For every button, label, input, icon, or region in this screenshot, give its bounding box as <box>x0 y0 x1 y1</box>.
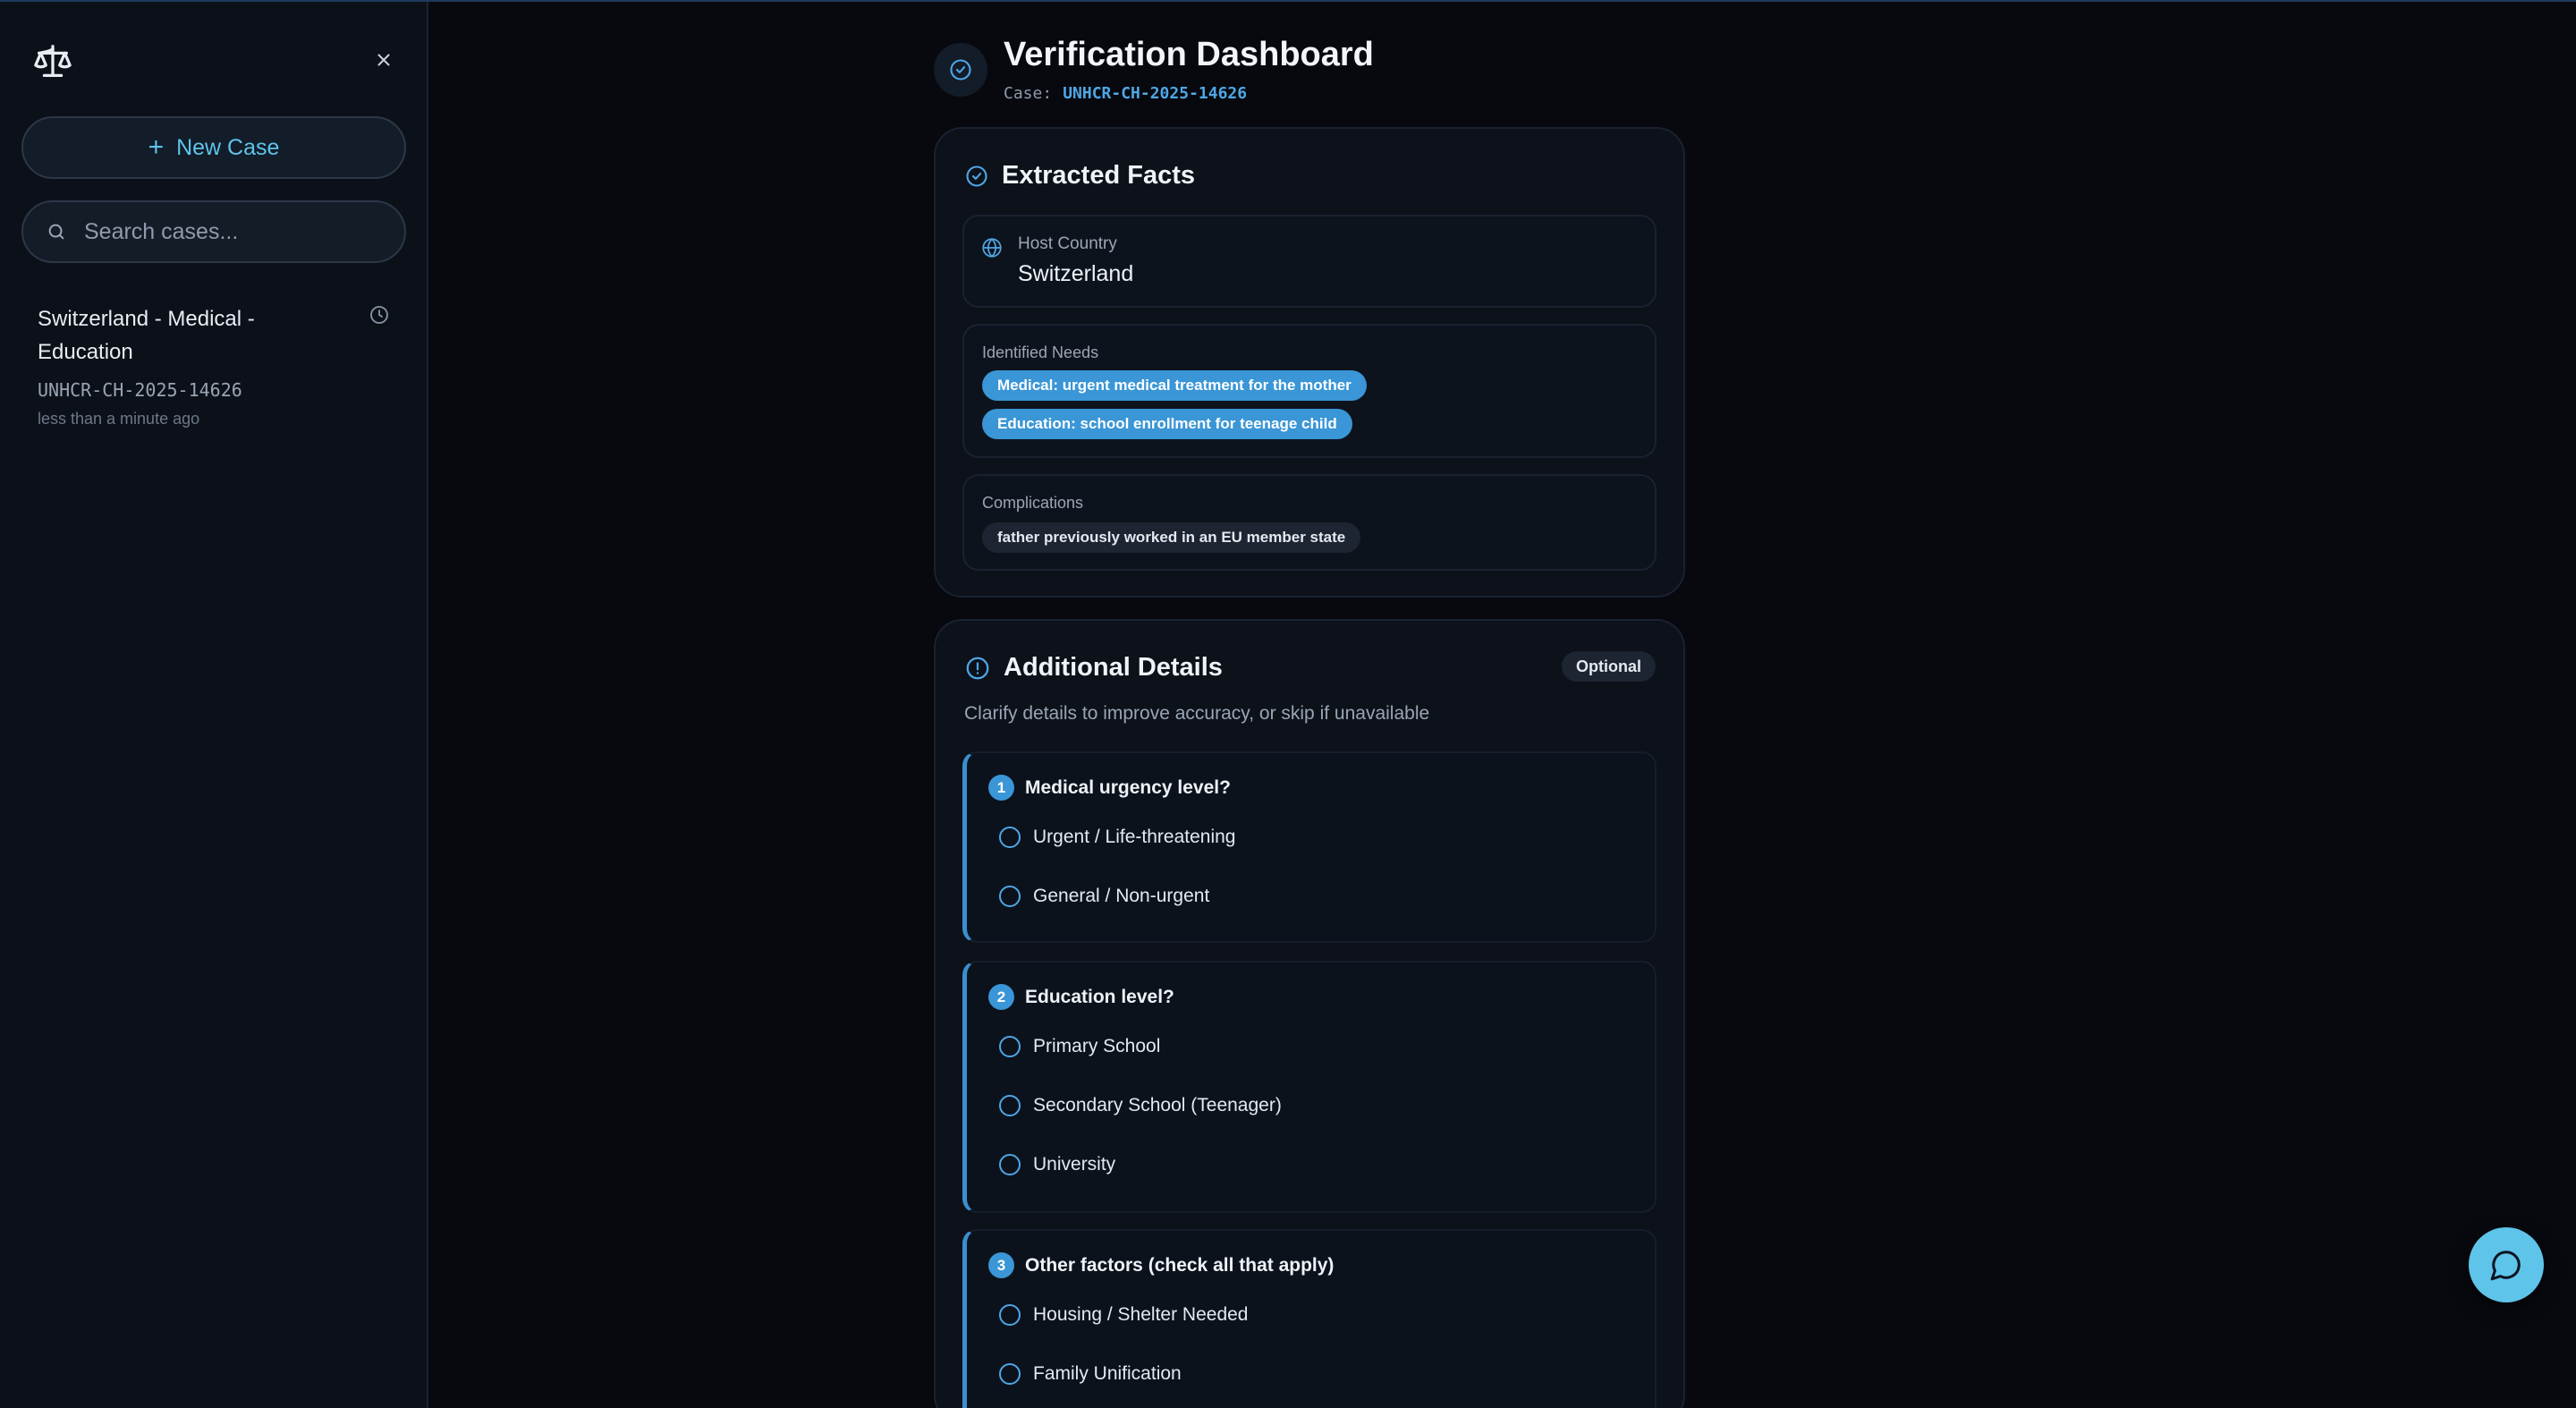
option-label: Primary School <box>1033 1036 1161 1056</box>
complication-tag: father previously worked in an EU member… <box>982 522 1361 553</box>
option-label: Secondary School (Teenager) <box>1033 1095 1282 1115</box>
radio-button[interactable] <box>999 1154 1021 1175</box>
radio-option[interactable]: Secondary School (Teenager) <box>999 1095 1282 1116</box>
checkbox-option[interactable]: Family Unification <box>999 1363 1182 1385</box>
question-number: 1 <box>988 775 1014 801</box>
question-card: 2 Education level? Primary School Second… <box>962 961 1657 1213</box>
search-icon <box>48 224 64 240</box>
question-card: 1 Medical urgency level? Urgent / Life-t… <box>962 751 1657 943</box>
check-circle-icon <box>966 165 987 187</box>
clock-icon <box>370 306 388 324</box>
new-case-button[interactable]: + New Case <box>21 116 406 179</box>
identified-needs-box: Identified Needs Medical: urgent medical… <box>962 324 1657 458</box>
option-label: Housing / Shelter Needed <box>1033 1304 1249 1325</box>
extracted-facts-card: Extracted Facts Host Country Switzerland… <box>934 127 1685 598</box>
new-case-label: New Case <box>176 134 280 160</box>
case-item-title: Switzerland - Medical - Education <box>38 307 255 364</box>
radio-option[interactable]: General / Non-urgent <box>999 886 1209 907</box>
question-text: Medical urgency level? <box>1025 776 1231 798</box>
globe-icon <box>982 238 1002 258</box>
radio-option[interactable]: Primary School <box>999 1036 1160 1057</box>
host-country-value: Switzerland <box>1018 261 1134 286</box>
chat-bubble-icon <box>2490 1251 2521 1281</box>
optional-badge: Optional <box>1562 651 1656 682</box>
complications-box: Complications father previously worked i… <box>962 474 1657 571</box>
question-number: 2 <box>988 984 1014 1010</box>
radio-option[interactable]: University <box>999 1154 1115 1175</box>
radio-button[interactable] <box>999 1036 1021 1057</box>
close-sidebar-button[interactable] <box>370 47 397 73</box>
additional-details-card: Additional Details Optional Clarify deta… <box>934 619 1685 1408</box>
header-status-icon <box>934 43 987 97</box>
radio-option[interactable]: Urgent / Life-threatening <box>999 827 1235 848</box>
case-reference: Case: UNHCR-CH-2025-14626 <box>1004 84 1247 103</box>
checkbox[interactable] <box>999 1304 1021 1326</box>
question-text: Education level? <box>1025 986 1174 1007</box>
identified-needs-label: Identified Needs <box>982 344 1099 361</box>
case-list-item[interactable]: Switzerland - Medical - Education UNHCR-… <box>38 302 395 428</box>
case-id: UNHCR-CH-2025-14626 <box>1063 84 1248 103</box>
host-country-box: Host Country Switzerland <box>962 215 1657 308</box>
question-header: 3 Other factors (check all that apply) <box>988 1252 1334 1278</box>
page-title: Verification Dashboard <box>1004 36 1374 73</box>
question-text: Other factors (check all that apply) <box>1025 1254 1335 1276</box>
need-tag: Medical: urgent medical treatment for th… <box>982 370 1367 401</box>
plus-icon: + <box>148 132 165 162</box>
search-box <box>21 200 406 263</box>
extracted-facts-title: Extracted Facts <box>1002 161 1195 190</box>
case-item-time: less than a minute ago <box>38 410 200 428</box>
checkbox[interactable] <box>999 1363 1021 1385</box>
close-icon <box>377 54 390 66</box>
radio-button[interactable] <box>999 827 1021 848</box>
question-header: 1 Medical urgency level? <box>988 775 1231 801</box>
option-label: University <box>1033 1154 1116 1175</box>
additional-details-header: Additional Details <box>964 653 1223 683</box>
option-label: Urgent / Life-threatening <box>1033 827 1236 847</box>
additional-details-description: Clarify details to improve accuracy, or … <box>964 703 1430 724</box>
case-label: Case: <box>1004 84 1053 103</box>
case-item-id: UNHCR-CH-2025-14626 <box>38 379 242 401</box>
option-label: Family Unification <box>1033 1363 1182 1384</box>
host-country-label: Host Country <box>1018 234 1117 253</box>
check-circle-icon <box>950 59 971 81</box>
sidebar: + New Case Switzerland - Medical - Educa… <box>0 2 428 1408</box>
complications-label: Complications <box>982 494 1084 512</box>
chat-button[interactable] <box>2469 1227 2544 1302</box>
scale-icon[interactable] <box>32 41 73 82</box>
extracted-facts-header: Extracted Facts <box>964 161 1195 191</box>
question-number: 3 <box>988 1252 1014 1278</box>
radio-button[interactable] <box>999 1095 1021 1116</box>
checkbox-option[interactable]: Housing / Shelter Needed <box>999 1304 1249 1326</box>
need-tag: Education: school enrollment for teenage… <box>982 409 1352 439</box>
additional-details-title: Additional Details <box>1004 653 1223 682</box>
question-card: 3 Other factors (check all that apply) H… <box>962 1229 1657 1408</box>
option-label: General / Non-urgent <box>1033 886 1210 906</box>
radio-button[interactable] <box>999 886 1021 907</box>
question-header: 2 Education level? <box>988 984 1174 1010</box>
search-input[interactable] <box>84 218 379 245</box>
alert-circle-icon <box>966 657 989 679</box>
